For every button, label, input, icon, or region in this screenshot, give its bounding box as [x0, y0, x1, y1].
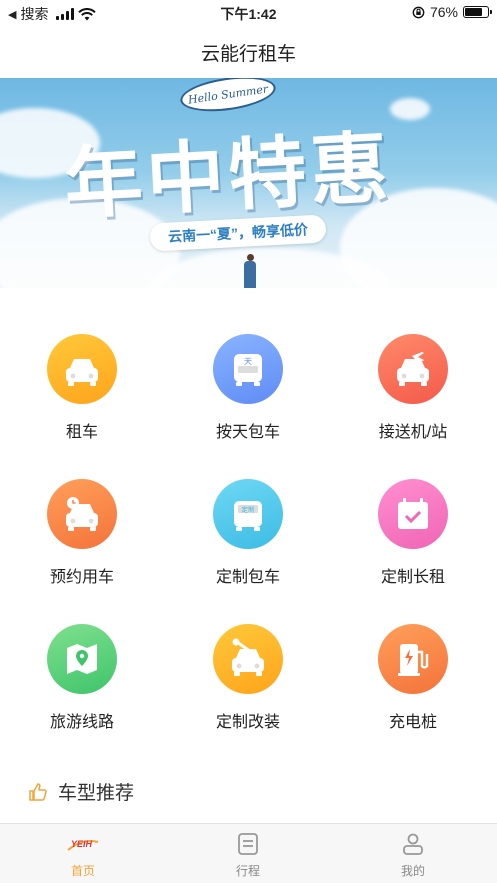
- service-item-charging-pile[interactable]: 充电桩: [343, 610, 483, 731]
- itinerary-icon: [238, 833, 258, 855]
- service-label: 按天包车: [215, 424, 280, 441]
- svg-text:天: 天: [244, 357, 252, 366]
- battery-icon: [463, 6, 492, 18]
- service-item-custom-bus[interactable]: 定制 定制包车: [178, 465, 318, 586]
- profile-icon: [403, 833, 423, 855]
- recommend-title: 车型推荐: [58, 783, 135, 804]
- page-title: 云能行租车: [200, 43, 296, 65]
- service-label: 充电桩: [388, 714, 437, 731]
- tab-home[interactable]: YEIH 首页: [23, 832, 143, 879]
- status-right: 76%: [412, 4, 492, 20]
- service-item-day-bus[interactable]: 天按天包车: [178, 320, 318, 441]
- service-label: 定制改装: [215, 714, 280, 731]
- promo-banner[interactable]: Hello Summer 年中特惠 云南一“夏”，畅享低价: [0, 78, 497, 288]
- banner-headline: 年中特惠: [62, 123, 395, 229]
- wrench-car-icon: [213, 624, 283, 694]
- calendar-check-icon: [378, 479, 448, 549]
- service-item-clock-car[interactable]: 预约用车: [12, 465, 152, 586]
- battery-percent: 76%: [429, 4, 458, 20]
- map-pin-icon: [47, 624, 117, 694]
- service-label: 旅游线路: [49, 714, 114, 731]
- clock-car-icon: [47, 479, 117, 549]
- thumbs-up-icon: [29, 782, 47, 801]
- nav-bar: 云能行租车: [0, 26, 497, 78]
- charging-pile-icon: [378, 624, 448, 694]
- svg-text:定制: 定制: [242, 505, 256, 514]
- service-label: 预约用车: [49, 569, 114, 586]
- cloud-decoration: [390, 98, 430, 120]
- service-item-map-pin[interactable]: 旅游线路: [12, 610, 152, 731]
- service-item-car[interactable]: 租车: [12, 320, 152, 441]
- service-label: 定制长租: [380, 569, 445, 586]
- car-icon: [47, 334, 117, 404]
- service-label: 租车: [65, 424, 98, 441]
- tab-bar: YEIH 首页 行程 我的: [0, 823, 497, 883]
- service-item-airport-car[interactable]: 接送机/站: [343, 320, 483, 441]
- tab-profile-label: 我的: [400, 864, 425, 878]
- airport-car-icon: [378, 334, 448, 404]
- yeih-logo-icon: YEIH: [67, 839, 99, 851]
- recommend-header: 车型推荐: [28, 778, 134, 805]
- tab-itinerary[interactable]: 行程: [188, 832, 308, 879]
- rotation-lock-icon: [412, 6, 425, 18]
- status-bar: ◀ 搜索 下午1:42 76%: [0, 0, 497, 26]
- service-label: 定制包车: [215, 569, 280, 586]
- person-figure: [244, 254, 258, 288]
- service-item-calendar-check[interactable]: 定制长租: [343, 465, 483, 586]
- tab-profile[interactable]: 我的: [353, 832, 473, 879]
- tab-itinerary-label: 行程: [235, 864, 260, 878]
- hello-summer-badge: Hello Summer: [178, 78, 278, 117]
- custom-bus-icon: 定制: [213, 479, 283, 549]
- battery-fill: [465, 8, 482, 16]
- day-bus-icon: 天: [213, 334, 283, 404]
- tab-home-label: 首页: [70, 864, 95, 878]
- service-label: 接送机/站: [378, 424, 448, 441]
- service-item-wrench-car[interactable]: 定制改装: [178, 610, 318, 731]
- svg-text:YEIH: YEIH: [71, 839, 93, 849]
